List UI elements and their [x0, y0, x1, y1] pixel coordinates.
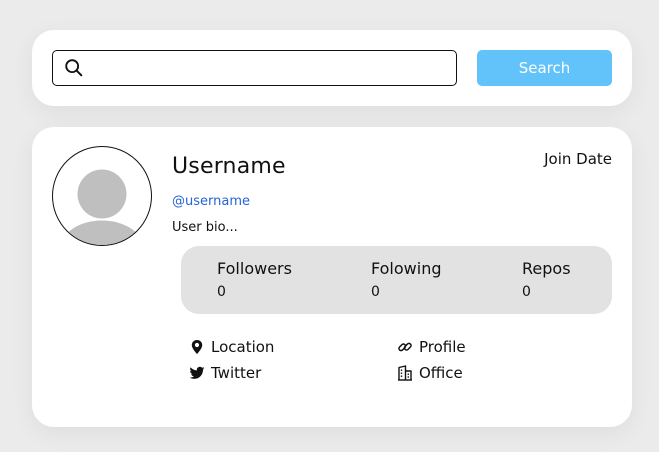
stat-followers: Followers 0	[217, 259, 292, 300]
location-item: Location	[189, 338, 274, 356]
search-button[interactable]: Search	[477, 50, 612, 86]
stat-following-value: 0	[371, 284, 380, 300]
profile-bio: User bio...	[172, 220, 238, 235]
stat-following-label: Folowing	[371, 259, 442, 278]
join-date: Join Date	[544, 150, 612, 168]
stat-followers-value: 0	[217, 284, 226, 300]
twitter-bird-icon	[189, 366, 205, 379]
twitter-label[interactable]: Twitter	[211, 364, 261, 382]
stat-repos: Repos 0	[522, 259, 571, 300]
stat-repos-label: Repos	[522, 259, 571, 278]
avatar	[52, 146, 152, 246]
profile-link-item[interactable]: Profile	[397, 338, 466, 356]
link-icon	[398, 342, 412, 352]
stat-following: Folowing 0	[371, 259, 441, 300]
profile-username: Username	[172, 154, 286, 179]
stat-followers-label: Followers	[217, 259, 292, 278]
search-icon	[65, 59, 83, 77]
profile-card: Username Join Date @username User bio...…	[32, 127, 632, 427]
profile-handle-link[interactable]: @username	[172, 194, 250, 209]
location-label: Location	[211, 338, 275, 356]
search-box[interactable]	[52, 50, 457, 86]
office-building-icon	[398, 365, 412, 381]
stats-panel: Followers 0 Folowing 0 Repos 0	[181, 246, 612, 314]
stat-repos-value: 0	[522, 284, 531, 300]
search-card: Search	[32, 30, 632, 106]
twitter-item[interactable]: Twitter	[189, 364, 261, 382]
office-item: Office	[397, 364, 463, 382]
default-user-avatar-icon	[62, 169, 142, 245]
office-label: Office	[419, 364, 463, 382]
profile-link-label[interactable]: Profile	[419, 338, 466, 356]
map-pin-icon	[191, 340, 203, 354]
search-input[interactable]	[91, 52, 448, 84]
